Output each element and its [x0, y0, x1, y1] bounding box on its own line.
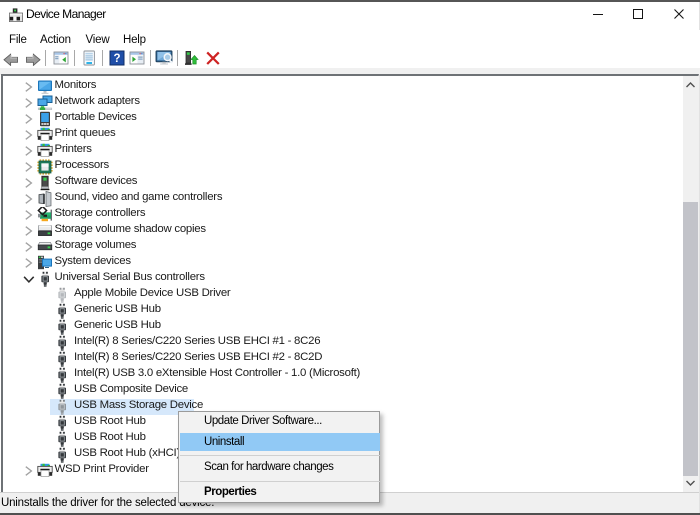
- svg-text:?: ?: [113, 53, 120, 65]
